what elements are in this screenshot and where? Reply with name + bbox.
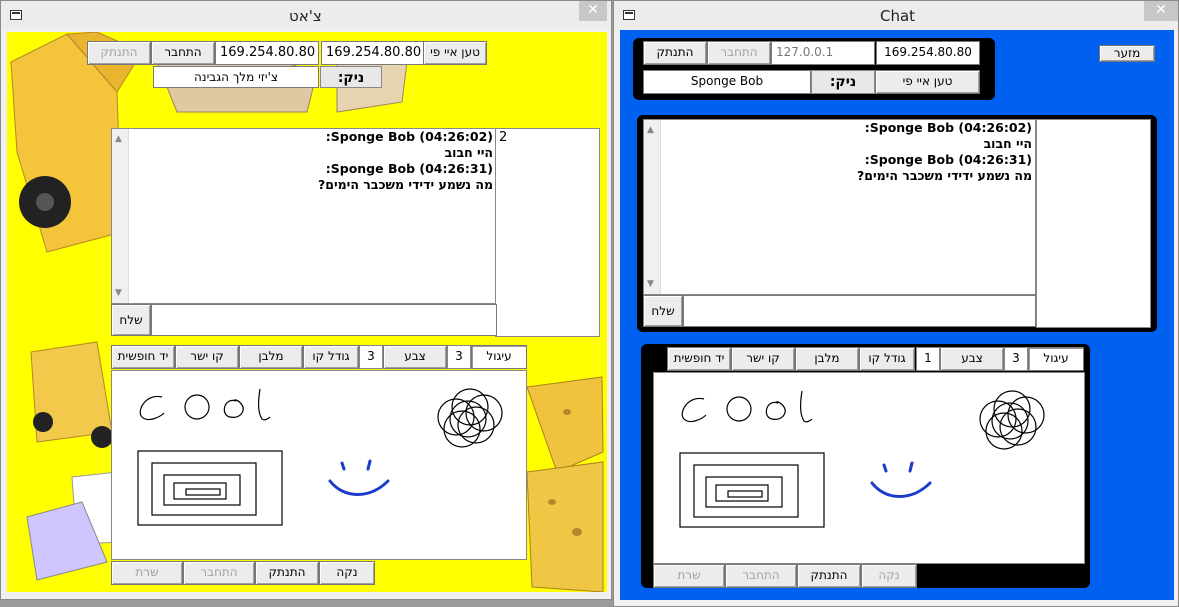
- drawing-canvas[interactable]: [111, 370, 527, 560]
- right-close-button[interactable]: ✕: [1144, 1, 1178, 21]
- left-chat-window: צ'אט ✕ התנתק התחבר 169.254.80.80 169.254…: [0, 0, 612, 600]
- chat-line: היי חבוב: [444, 145, 493, 160]
- drawing-content: [679, 390, 1045, 528]
- message-input[interactable]: [151, 304, 497, 336]
- users-count: 2: [499, 130, 508, 145]
- server-button[interactable]: שרת: [111, 561, 183, 585]
- chat-scrollbar[interactable]: ▲ ▼: [112, 129, 129, 303]
- line-tool[interactable]: קו ישר: [175, 345, 239, 369]
- line-size-button[interactable]: גודל קו: [859, 347, 915, 371]
- chat-line: Sponge Bob (04:26:02):: [864, 120, 1032, 135]
- freehand-tool[interactable]: יד חופשית: [667, 347, 731, 371]
- minimize-button[interactable]: מזער: [1099, 45, 1155, 62]
- chat-history[interactable]: ▲ ▼ Sponge Bob (04:26:02): היי חבוב Spong…: [643, 119, 1036, 295]
- rect-tool[interactable]: מלבן: [239, 345, 303, 369]
- circle-tool[interactable]: עיגול: [1028, 347, 1084, 371]
- connect-button-bottom[interactable]: התחבר: [183, 561, 255, 585]
- chat-line: היי חבוב: [983, 136, 1032, 151]
- disconnect-button-top[interactable]: התנתק: [87, 41, 151, 65]
- disconnect-button-bottom[interactable]: התנתק: [255, 561, 319, 585]
- left-client-area: התנתק התחבר 169.254.80.80 169.254.80.80 …: [7, 32, 607, 592]
- line-size-value[interactable]: 3: [359, 345, 383, 369]
- scroll-down-icon[interactable]: ▼: [647, 276, 654, 292]
- disconnect-button-bottom[interactable]: התנתק: [797, 564, 861, 588]
- send-button[interactable]: שלח: [643, 295, 683, 327]
- right-client-area: התנתק התחבר 127.0.0.1 169.254.80.80 מזער…: [620, 30, 1174, 600]
- disconnect-button-top[interactable]: התנתק: [643, 41, 707, 65]
- connect-button-bottom[interactable]: התחבר: [725, 564, 797, 588]
- clear-button[interactable]: נקה: [861, 564, 917, 588]
- right-window-title: Chat: [880, 7, 916, 25]
- left-titlebar: צ'אט ✕: [1, 1, 611, 30]
- chat-line: Sponge Bob (04:26:02):: [325, 129, 493, 144]
- window-menu-icon[interactable]: [10, 10, 22, 20]
- right-chat-window: Chat ✕ התנתק התחבר 127.0.0.1 169.254.80.…: [613, 0, 1179, 607]
- circle-tool[interactable]: עיגול: [471, 345, 527, 369]
- chat-line: מה נשמע ידידי משכבר הימים?: [318, 177, 493, 192]
- left-window-title: צ'אט: [289, 7, 322, 25]
- window-menu-icon[interactable]: [623, 10, 635, 20]
- freehand-tool[interactable]: יד חופשית: [111, 345, 175, 369]
- scroll-down-icon[interactable]: ▼: [115, 285, 122, 301]
- ip-field-2[interactable]: 169.254.80.80: [321, 41, 425, 65]
- users-list[interactable]: [1036, 119, 1151, 328]
- color-button[interactable]: צבע: [383, 345, 447, 369]
- scroll-up-icon[interactable]: ▲: [647, 122, 654, 138]
- left-close-button[interactable]: ✕: [579, 1, 607, 21]
- server-button[interactable]: שרת: [653, 564, 725, 588]
- load-ip-button[interactable]: טען איי פי: [423, 41, 487, 65]
- nick-label: ניק:: [320, 66, 382, 88]
- circle-size-value[interactable]: 3: [447, 345, 471, 369]
- color-button[interactable]: צבע: [940, 347, 1004, 371]
- circle-size-value[interactable]: 3: [1004, 347, 1028, 371]
- local-ip-field[interactable]: 127.0.0.1: [771, 41, 875, 65]
- clear-button[interactable]: נקה: [319, 561, 375, 585]
- line-size-button[interactable]: גודל קו: [303, 345, 359, 369]
- line-size-value[interactable]: 1: [916, 347, 940, 371]
- nick-input[interactable]: Sponge Bob: [643, 70, 811, 94]
- users-list[interactable]: 2: [495, 128, 600, 337]
- chat-line: Sponge Bob (04:26:31):: [325, 161, 493, 176]
- nick-label: ניק:: [811, 70, 875, 94]
- load-ip-button[interactable]: טען איי פי: [875, 70, 980, 94]
- connect-button-top[interactable]: התחבר: [707, 41, 771, 65]
- right-titlebar: Chat ✕: [614, 1, 1178, 30]
- scroll-up-icon[interactable]: ▲: [115, 131, 122, 147]
- ip-field[interactable]: 169.254.80.80: [876, 41, 980, 65]
- chat-line: מה נשמע ידידי משכבר הימים?: [857, 168, 1032, 183]
- ip-field-1[interactable]: 169.254.80.80: [215, 41, 319, 65]
- chat-scrollbar[interactable]: ▲ ▼: [644, 120, 661, 294]
- send-button[interactable]: שלח: [111, 304, 151, 336]
- rect-tool[interactable]: מלבן: [795, 347, 859, 371]
- chat-line: Sponge Bob (04:26:31):: [864, 152, 1032, 167]
- drawing-content: [137, 388, 503, 526]
- message-input[interactable]: [683, 295, 1036, 327]
- chat-history[interactable]: ▲ ▼ Sponge Bob (04:26:02): היי חבוב Spong…: [111, 128, 497, 304]
- drawing-canvas[interactable]: [653, 372, 1085, 564]
- nick-input[interactable]: צ'יזי מלך הגבינה: [153, 66, 319, 88]
- connect-button-top[interactable]: התחבר: [151, 41, 215, 65]
- line-tool[interactable]: קו ישר: [731, 347, 795, 371]
